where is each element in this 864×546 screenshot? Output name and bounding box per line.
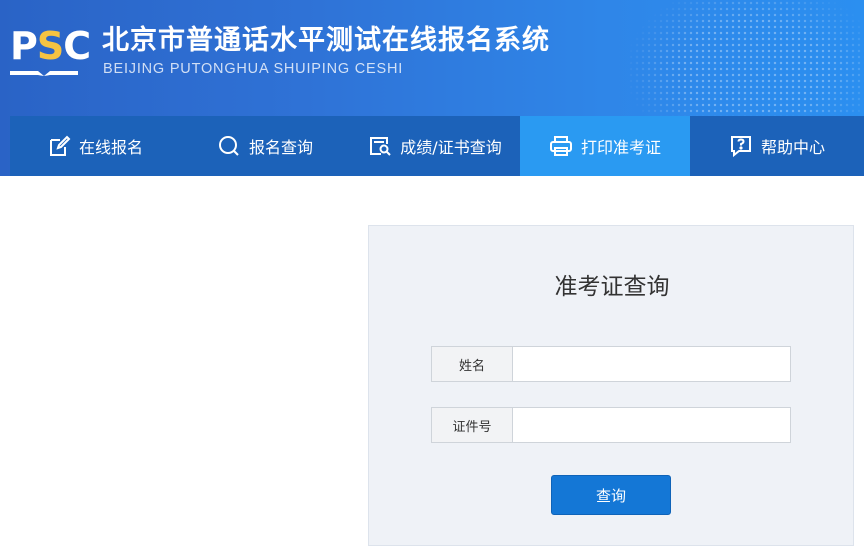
nav-item-print-admission-ticket[interactable]: 打印准考证 xyxy=(520,116,690,176)
nav-label: 帮助中心 xyxy=(760,138,825,157)
query-button[interactable]: 查询 xyxy=(551,475,671,515)
logo-text: PSC xyxy=(10,24,91,68)
id-field-group: 证件号 xyxy=(431,407,791,443)
nav-label: 在线报名 xyxy=(78,138,143,157)
psc-logo[interactable]: PSC xyxy=(10,24,91,78)
panel-title: 准考证查询 xyxy=(554,274,670,300)
left-blank-panel xyxy=(10,176,368,546)
nav-item-online-registration[interactable]: 在线报名 xyxy=(10,116,180,176)
nav-item-help-center[interactable]: 帮助中心 xyxy=(690,116,864,176)
printer-icon xyxy=(549,136,572,156)
nav-label: 打印准考证 xyxy=(580,138,661,157)
site-title: 北京市普通话水平测试在线报名系统 xyxy=(102,25,550,56)
nav-item-score-certificate-query[interactable]: 成绩/证书查询 xyxy=(350,116,520,176)
help-icon xyxy=(730,136,751,158)
search-icon xyxy=(218,136,239,156)
site-subtitle: BEIJING PUTONGHUA SHUIPING CESHI xyxy=(103,61,404,77)
id-number-input[interactable] xyxy=(513,408,790,442)
certificate-search-icon xyxy=(370,137,392,156)
name-label: 姓名 xyxy=(432,347,513,381)
nav-label: 报名查询 xyxy=(248,138,313,157)
main-nav: 在线报名 报名查询 成绩/证书查询 打印准考证 帮助中心 xyxy=(10,116,864,176)
edit-icon xyxy=(49,135,71,156)
nav-label: 成绩/证书查询 xyxy=(400,138,502,157)
nav-item-registration-query[interactable]: 报名查询 xyxy=(180,116,350,176)
name-field-group: 姓名 xyxy=(431,346,791,382)
name-input[interactable] xyxy=(513,347,790,381)
id-number-label: 证件号 xyxy=(432,408,513,442)
book-icon xyxy=(10,71,78,76)
ticket-query-panel: 准考证查询 姓名 证件号 查询 xyxy=(368,225,854,546)
